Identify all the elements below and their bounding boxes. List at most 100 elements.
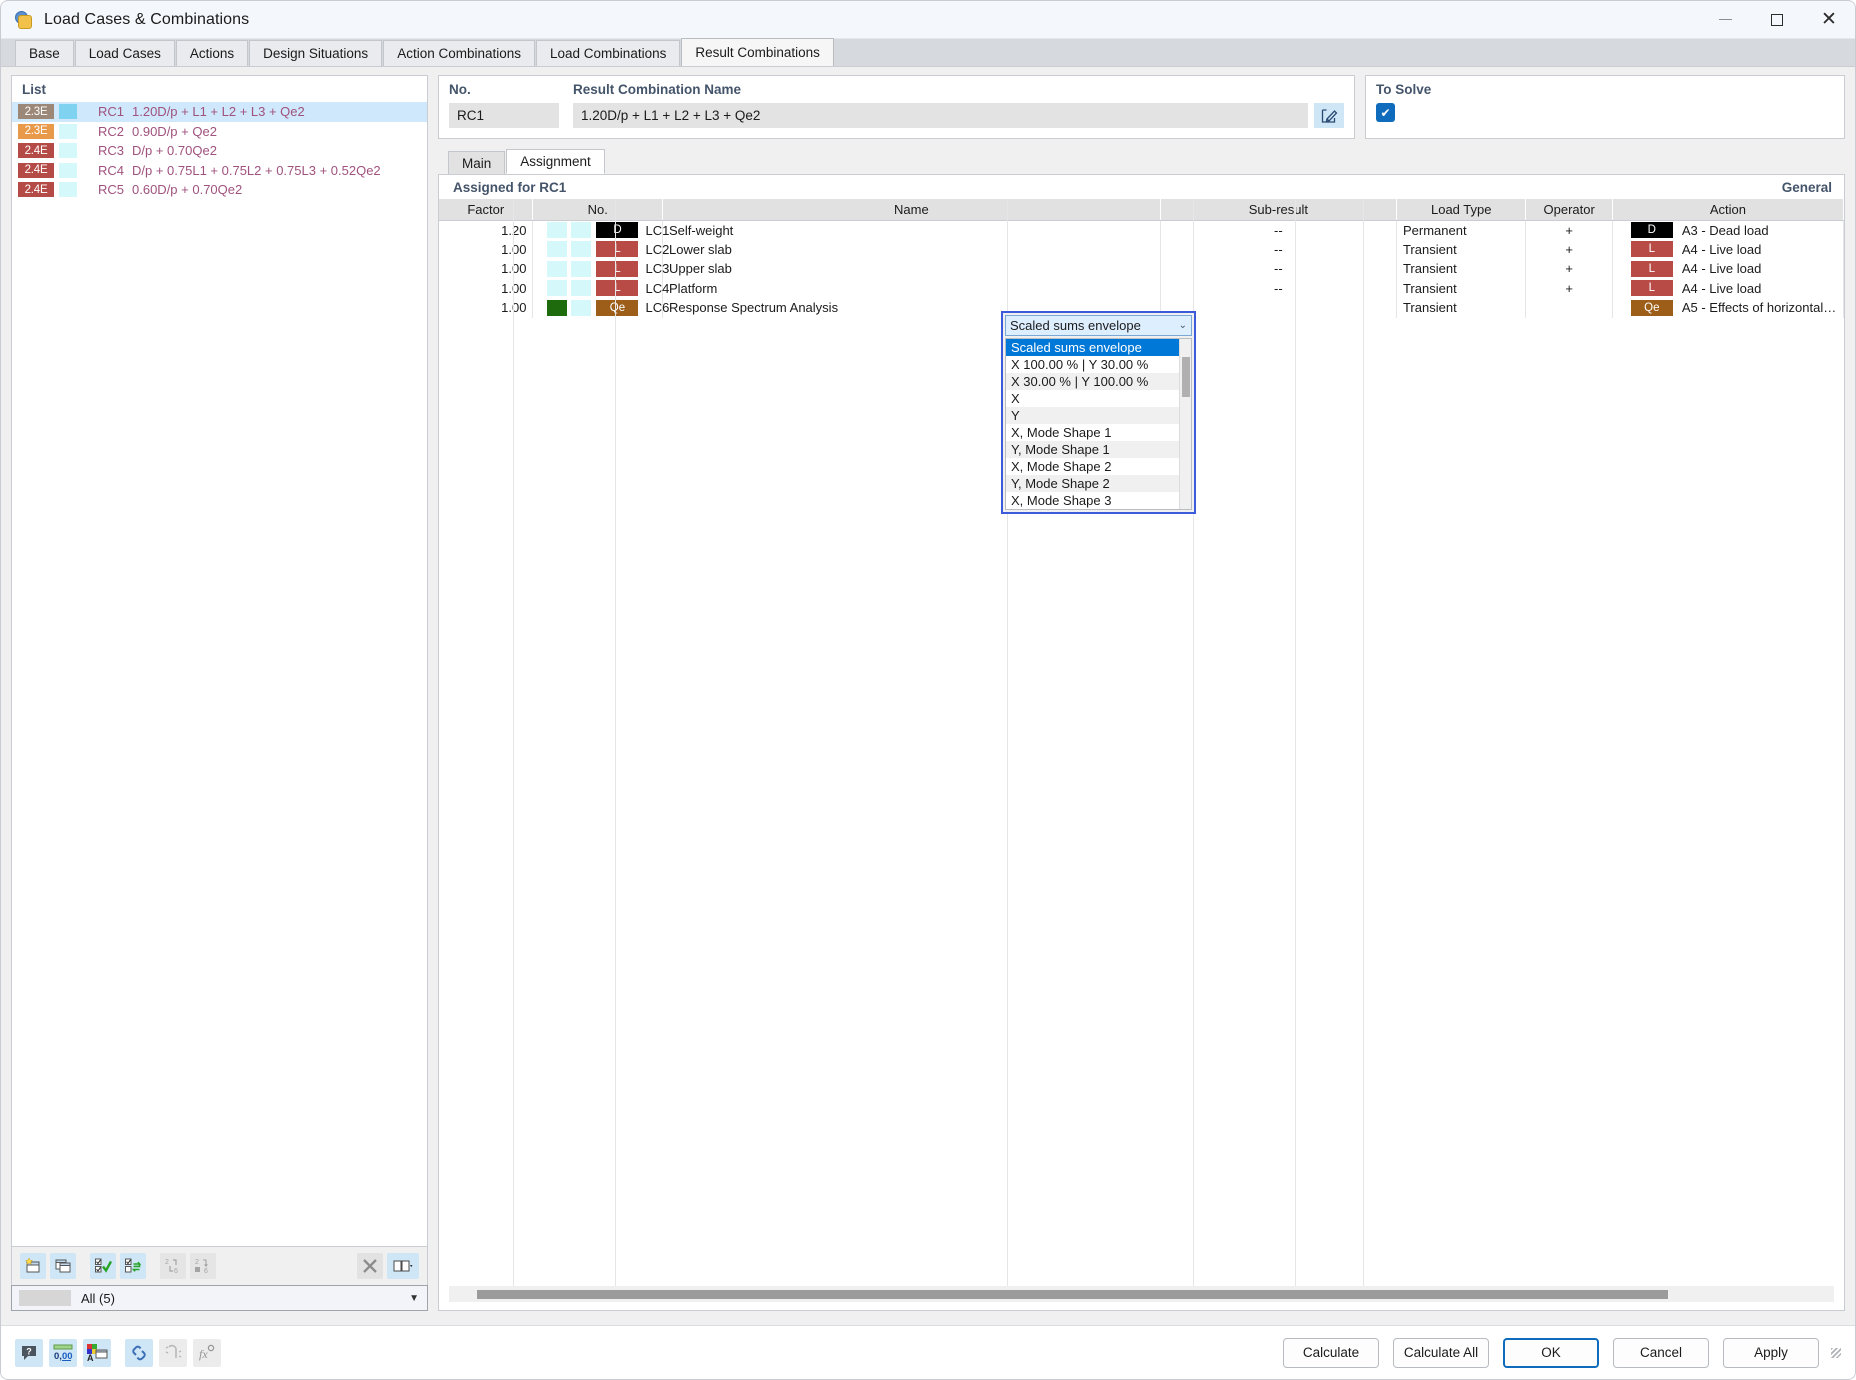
view-mode-button[interactable]	[387, 1253, 419, 1279]
invert-selection-button[interactable]	[120, 1253, 146, 1279]
edit-name-button[interactable]	[1314, 103, 1344, 128]
tab-actions[interactable]: Actions	[176, 40, 248, 66]
cell-load-type[interactable]: Permanent	[1396, 220, 1526, 240]
dropdown-scrollbar[interactable]	[1179, 339, 1191, 509]
close-button[interactable]: ✕	[1803, 1, 1855, 38]
tab-assignment[interactable]: Assignment	[506, 149, 605, 174]
result-combination-name-input[interactable]: 1.20D/p + L1 + L2 + L3 + Qe2	[573, 103, 1308, 128]
table-row[interactable]: 1.00 L LC4 Platform	[439, 279, 1844, 299]
cell-load-type[interactable]: Transient	[1396, 279, 1526, 299]
to-solve-checkbox[interactable]: ✔	[1376, 103, 1395, 122]
cell-operator[interactable]: +	[1526, 240, 1612, 260]
dropdown-option[interactable]: Scaled sums envelope	[1006, 339, 1179, 356]
calculate-all-button[interactable]: Calculate All	[1393, 1338, 1489, 1368]
column-header-sub-result[interactable]: Sub-result	[1160, 199, 1396, 220]
dropdown-option[interactable]: X	[1006, 390, 1179, 407]
cell-sub-result[interactable]: --	[1160, 220, 1396, 240]
dropdown-option[interactable]: X, Mode Shape 2	[1006, 458, 1179, 475]
dropdown-option[interactable]: Y, Mode Shape 1	[1006, 441, 1179, 458]
colors-button[interactable]: A	[83, 1339, 111, 1367]
cell-operator[interactable]: +	[1526, 279, 1612, 299]
cell-no[interactable]: Qe LC6	[533, 298, 663, 318]
tab-load-cases[interactable]: Load Cases	[75, 40, 175, 66]
cell-action[interactable]: D A3 - Dead load	[1612, 220, 1843, 240]
column-header-name[interactable]: Name	[662, 199, 1160, 220]
cell-load-type[interactable]: Transient	[1396, 240, 1526, 260]
dropdown-option[interactable]: X 30.00 % | Y 100.00 %	[1006, 373, 1179, 390]
select-all-button[interactable]	[90, 1253, 116, 1279]
list-item[interactable]: 2.3E RC1 1.20D/p + L1 + L2 + L3 + Qe2	[12, 102, 427, 122]
cell-no[interactable]: D LC1	[533, 220, 663, 240]
column-header-load-type[interactable]: Load Type	[1396, 199, 1526, 220]
list-item[interactable]: 2.4E RC4 D/p + 0.75L1 + 0.75L2 + 0.75L3 …	[12, 161, 427, 181]
cell-factor[interactable]: 1.00	[439, 240, 533, 260]
apply-button[interactable]: Apply	[1723, 1338, 1819, 1368]
cell-operator[interactable]	[1526, 298, 1612, 318]
dropdown-option[interactable]: Y, Mode Shape 2	[1006, 475, 1179, 492]
ok-button[interactable]: OK	[1503, 1338, 1599, 1368]
cell-sub-result[interactable]: --	[1160, 279, 1396, 299]
link-button[interactable]	[125, 1339, 153, 1367]
cell-factor[interactable]: 1.00	[439, 279, 533, 299]
sub-result-option-list[interactable]: Scaled sums envelope X 100.00 % | Y 30.0…	[1005, 338, 1192, 510]
cell-operator[interactable]: +	[1526, 259, 1612, 279]
assignment-horizontal-scrollbar[interactable]	[449, 1286, 1834, 1302]
cell-factor[interactable]: 1.00	[439, 298, 533, 318]
dropdown-option[interactable]: X, Mode Shape 1	[1006, 424, 1179, 441]
cell-operator[interactable]: +	[1526, 220, 1612, 240]
column-header-factor[interactable]: Factor	[439, 199, 533, 220]
cell-action[interactable]: Qe A5 - Effects of horizontal ...	[1612, 298, 1843, 318]
column-header-operator[interactable]: Operator	[1526, 199, 1612, 220]
tab-result-combinations[interactable]: Result Combinations	[681, 38, 834, 66]
table-row[interactable]: 1.20 D LC1 Self-weight	[439, 220, 1844, 240]
list-item[interactable]: 2.4E RC5 0.60D/p + 0.70Qe2	[12, 180, 427, 200]
tab-design-situations[interactable]: Design Situations	[249, 40, 382, 66]
column-header-no[interactable]: No.	[533, 199, 663, 220]
maximize-button[interactable]	[1751, 1, 1803, 38]
calculate-button[interactable]: Calculate	[1283, 1338, 1379, 1368]
tab-base[interactable]: Base	[15, 40, 74, 66]
cell-no[interactable]: L LC2	[533, 240, 663, 260]
cell-sub-result[interactable]: --	[1160, 240, 1396, 260]
dropdown-option[interactable]: X, Mode Shape 3	[1006, 492, 1179, 509]
column-header-action[interactable]: Action	[1612, 199, 1843, 220]
cell-action[interactable]: L A4 - Live load	[1612, 259, 1843, 279]
tab-load-combinations[interactable]: Load Combinations	[536, 40, 680, 66]
chevron-down-icon[interactable]: ⌄	[1179, 320, 1187, 331]
cell-name[interactable]: Platform	[662, 279, 1160, 299]
cell-action[interactable]: L A4 - Live load	[1612, 240, 1843, 260]
help-button[interactable]: ?	[15, 1339, 43, 1367]
delete-button[interactable]	[357, 1253, 383, 1279]
tab-action-combinations[interactable]: Action Combinations	[383, 40, 535, 66]
cell-load-type[interactable]: Transient	[1396, 298, 1526, 318]
cell-sub-result[interactable]: --	[1160, 259, 1396, 279]
dropdown-scroll-thumb[interactable]	[1182, 357, 1190, 397]
list-item[interactable]: 2.4E RC3 D/p + 0.70Qe2	[12, 141, 427, 161]
cell-action[interactable]: L A4 - Live load	[1612, 279, 1843, 299]
cell-name[interactable]: Self-weight	[662, 220, 1160, 240]
dropdown-option[interactable]: Y	[1006, 407, 1179, 424]
cell-no[interactable]: L LC4	[533, 279, 663, 299]
cancel-button[interactable]: Cancel	[1613, 1338, 1709, 1368]
cell-factor[interactable]: 1.20	[439, 220, 533, 240]
cell-name[interactable]: Lower slab	[662, 240, 1160, 260]
cell-load-type[interactable]: Transient	[1396, 259, 1526, 279]
table-row[interactable]: 1.00 L LC3 Upper slab	[439, 259, 1844, 279]
decimal-places-button[interactable]: 0, 00	[49, 1339, 77, 1367]
list-filter-dropdown[interactable]: All (5) ▼	[11, 1285, 428, 1311]
sub-result-dropdown[interactable]: Scaled sums envelope ⌄ Scaled sums envel…	[1001, 311, 1196, 514]
new-result-combination-button[interactable]	[20, 1253, 46, 1279]
cell-name[interactable]: Upper slab	[662, 259, 1160, 279]
result-combination-list[interactable]: 2.3E RC1 1.20D/p + L1 + L2 + L3 + Qe2 2.…	[12, 102, 427, 1246]
copy-result-combination-button[interactable]	[50, 1253, 76, 1279]
sub-result-dropdown-field[interactable]: Scaled sums envelope ⌄	[1005, 315, 1192, 336]
scroll-thumb[interactable]	[477, 1290, 1668, 1299]
no-input[interactable]: RC1	[449, 103, 559, 128]
cell-no[interactable]: L LC3	[533, 259, 663, 279]
minimize-button[interactable]	[1699, 1, 1751, 38]
resize-grip[interactable]	[1831, 1348, 1841, 1358]
table-row[interactable]: 1.00 L LC2 Lower slab	[439, 240, 1844, 260]
dropdown-option[interactable]: X 100.00 % | Y 30.00 %	[1006, 356, 1179, 373]
tab-main[interactable]: Main	[448, 151, 505, 174]
cell-factor[interactable]: 1.00	[439, 259, 533, 279]
